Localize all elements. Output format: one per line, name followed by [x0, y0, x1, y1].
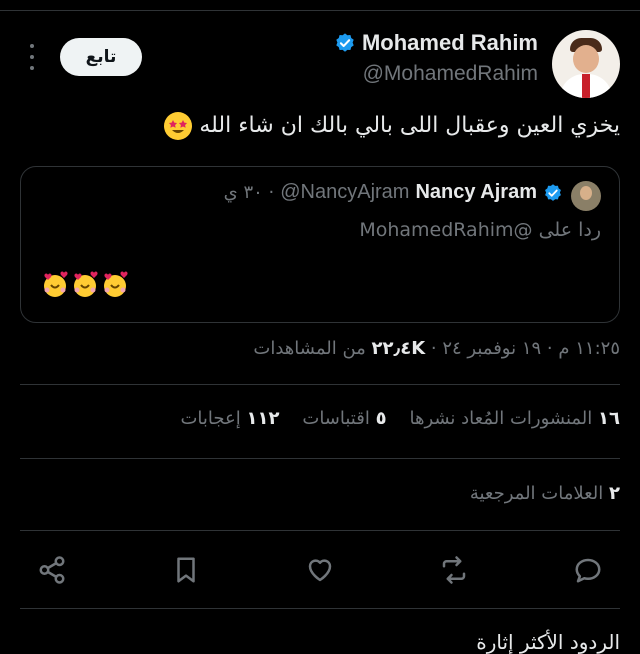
- more-vertical-icon[interactable]: [22, 44, 42, 70]
- top-divider: [0, 10, 640, 11]
- smiling-face-with-hearts-icon: [74, 271, 98, 297]
- author-name-row[interactable]: Mohamed Rahim: [334, 30, 538, 56]
- like-button[interactable]: [298, 548, 342, 592]
- author-avatar[interactable]: [552, 30, 620, 98]
- heart-icon: [308, 559, 332, 582]
- repost-icon: [442, 556, 466, 584]
- share-button[interactable]: [30, 548, 74, 592]
- quoted-tweet-card[interactable]: Nancy Ajram @NancyAjram · ٣٠ ي ردا على @…: [20, 166, 620, 323]
- smiling-face-with-hearts-icon: [44, 271, 68, 297]
- reposts-count: ١٦: [598, 408, 620, 429]
- tweet-text-row: يخزي العين وعقبال اللى بالي بالك ان شاء …: [164, 112, 620, 140]
- quoted-author-line: Nancy Ajram @NancyAjram · ٣٠ ي: [224, 181, 563, 204]
- tweet-time[interactable]: ١١:٢٥ م: [558, 338, 620, 359]
- bookmark-icon: [177, 557, 195, 583]
- quotes-count: ٥: [375, 408, 387, 429]
- bookmarks-stat[interactable]: ٢ العلامات المرجعية: [470, 483, 620, 504]
- bookmarks-count: ٢: [609, 483, 620, 504]
- likes-stat[interactable]: ١١٢ إعجابات: [180, 408, 279, 429]
- action-bar: [30, 548, 610, 592]
- verified-badge-icon: [545, 183, 561, 201]
- repost-button[interactable]: [432, 548, 476, 592]
- sort-replies-label[interactable]: الردود الأكثر إثارة: [476, 630, 620, 654]
- divider: [20, 384, 620, 385]
- author-handle[interactable]: @MohamedRahim: [363, 62, 538, 86]
- reposts-label: المنشورات المُعاد نشرها: [409, 408, 593, 429]
- quoted-author-handle[interactable]: @NancyAjram: [280, 181, 409, 204]
- reply-icon: [575, 558, 601, 583]
- reposts-stat[interactable]: ١٦ المنشورات المُعاد نشرها: [409, 408, 620, 429]
- quoted-timestamp: · ٣٠ ي: [223, 182, 275, 203]
- quotes-stat[interactable]: ٥ اقتباسات: [302, 408, 386, 429]
- quoted-author-name[interactable]: Nancy Ajram: [415, 181, 537, 204]
- quoted-emoji-row: [41, 271, 129, 299]
- follow-button[interactable]: تابع: [60, 38, 142, 76]
- views-count: ٢٢٫٤K: [371, 338, 426, 359]
- engagement-stats: ١٦ المنشورات المُعاد نشرها ٥ اقتباسات ١١…: [180, 408, 620, 429]
- verified-badge-icon: [336, 33, 354, 52]
- views-label: من المشاهدات: [253, 338, 366, 359]
- bookmarks-label: العلامات المرجعية: [469, 483, 604, 504]
- author-name[interactable]: Mohamed Rahim: [362, 30, 538, 56]
- reply-button[interactable]: [566, 548, 610, 592]
- star-struck-emoji-icon: [164, 112, 193, 140]
- tweet-meta: ١١:٢٥ م · ١٩ نوفمبر ٢٤ · ٢٢٫٤K من المشاه…: [253, 338, 620, 359]
- smiling-face-with-hearts-icon: [104, 271, 128, 297]
- divider: [20, 458, 620, 459]
- likes-count: ١١٢: [246, 408, 280, 429]
- tweet-text: يخزي العين وعقبال اللى بالي بالك ان شاء …: [199, 113, 620, 138]
- divider: [20, 608, 620, 609]
- quoted-author-avatar[interactable]: [571, 181, 601, 211]
- share-icon: [39, 556, 65, 584]
- tweet-date[interactable]: ١٩ نوفمبر ٢٤: [442, 338, 541, 359]
- likes-label: إعجابات: [180, 408, 241, 429]
- bookmark-button[interactable]: [164, 548, 208, 592]
- quotes-label: اقتباسات: [302, 408, 370, 429]
- quoted-reply-to: ردا على @MohamedRahim: [359, 219, 601, 241]
- divider: [20, 530, 620, 531]
